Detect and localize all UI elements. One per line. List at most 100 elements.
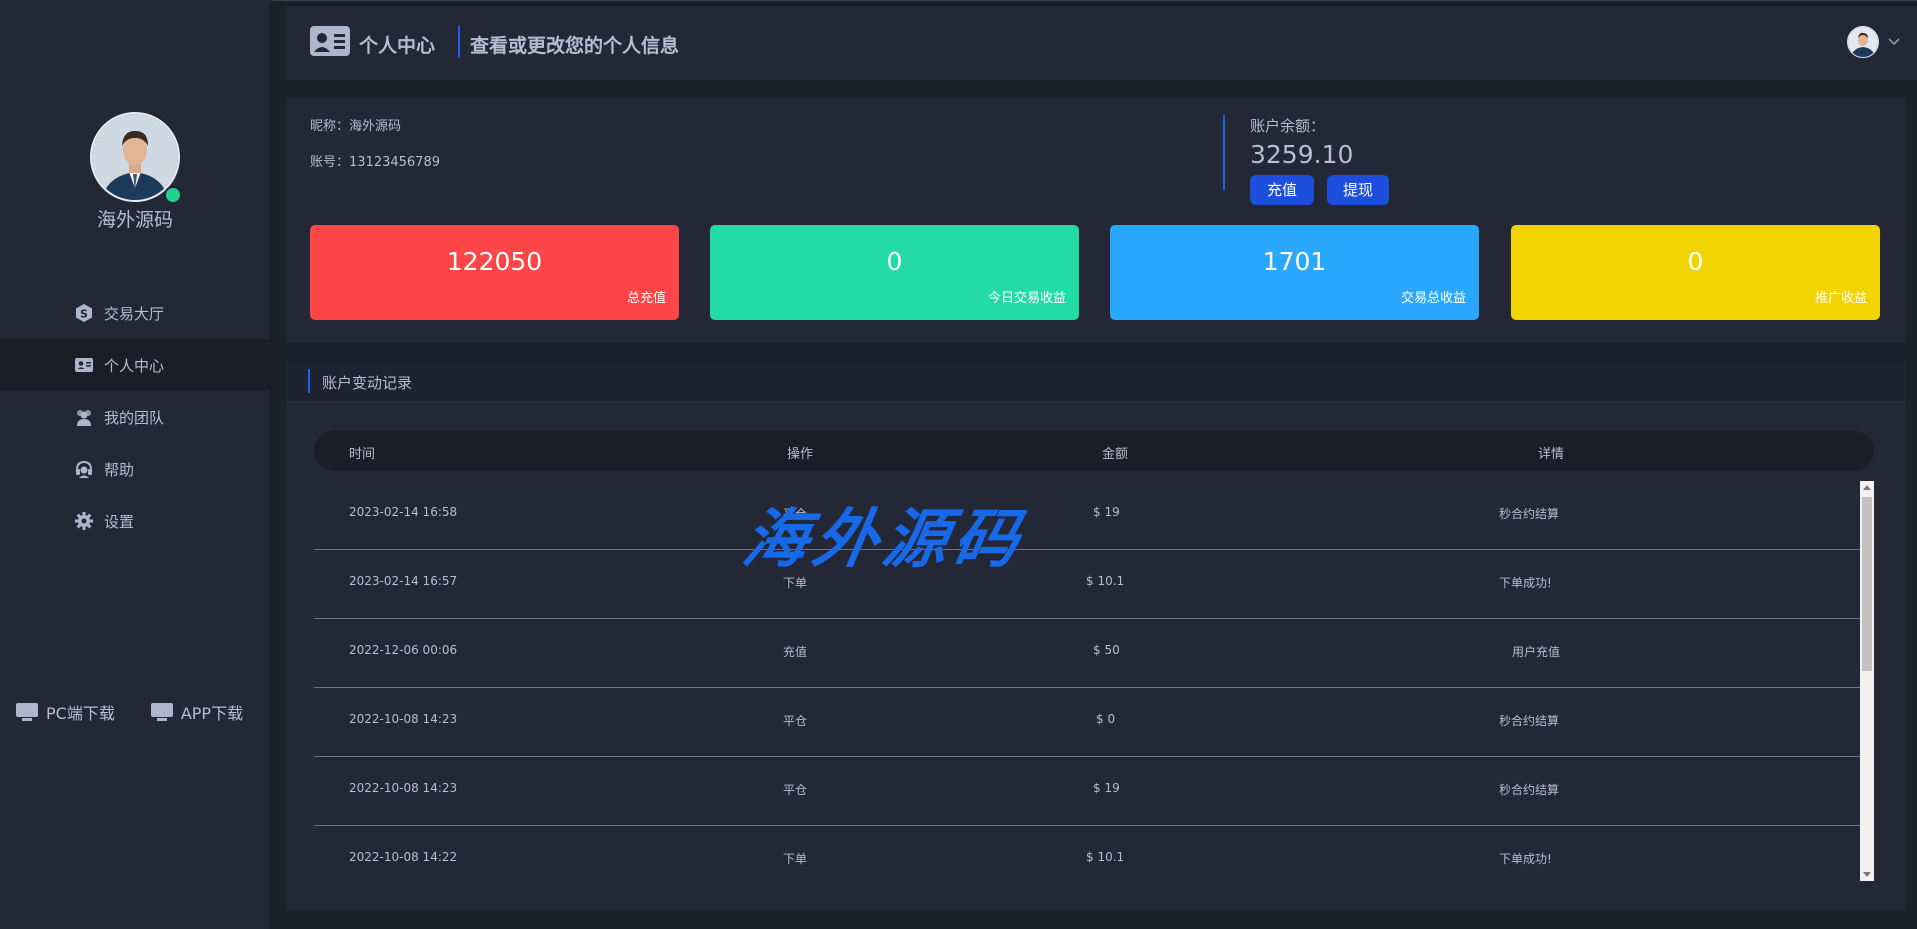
table-row: 2023-02-14 16:58 平仓 $ 19 秒合约结算 (314, 481, 1867, 550)
cell-time: 2022-10-08 14:23 (349, 712, 458, 726)
sidebar-item-label: 个人中心 (104, 356, 165, 375)
table-header: 时间 操作 金额 详情 (314, 431, 1874, 471)
cell-amount: $ 10.1 (1086, 574, 1125, 588)
sidebar-avatar-wrap (90, 112, 182, 204)
cell-operation: 平仓 (783, 783, 808, 797)
balance-value: 3259.10 (1250, 140, 1354, 169)
monitor-icon (150, 702, 173, 722)
cell-detail: 用户充值 (1512, 645, 1561, 659)
person-portrait-icon (92, 114, 178, 200)
records-section-header: 账户变动记录 (286, 361, 1906, 401)
stat-card-today-profit: 0 今日交易收益 (710, 225, 1079, 320)
pc-download-link[interactable]: PC端下载 (16, 700, 115, 724)
monitor-icon (16, 702, 38, 722)
cell-amount: $ 19 (1093, 505, 1120, 519)
cell-time: 2022-10-08 14:22 (349, 850, 458, 864)
sidebar-item-help[interactable]: 帮助 (0, 443, 270, 495)
withdraw-button[interactable]: 提现 (1327, 175, 1389, 205)
team-icon (74, 407, 94, 427)
cell-operation: 下单 (783, 852, 808, 866)
profile-card-icon (310, 26, 350, 56)
table-row: 2022-10-08 14:23 平仓 $ 19 秒合约结算 (314, 757, 1867, 826)
profile-card-icon (74, 355, 94, 375)
cell-time: 2022-10-08 14:23 (349, 781, 458, 795)
cell-amount: $ 10.1 (1086, 850, 1125, 864)
watermark-text: 海外源码 (737, 502, 1031, 577)
cell-amount: $ 19 (1093, 781, 1120, 795)
trading-hall-icon: S (74, 303, 94, 323)
stat-value: 1701 (1262, 247, 1327, 276)
table-scrollbar[interactable] (1860, 481, 1874, 881)
cell-time: 2022-12-06 00:06 (349, 643, 458, 657)
column-header-detail: 详情 (1538, 447, 1565, 462)
sidebar-item-team[interactable]: 我的团队 (0, 391, 270, 443)
scroll-down-arrow-icon[interactable] (1863, 872, 1871, 877)
top-border (0, 0, 1917, 1)
stat-label: 交易总收益 (1400, 291, 1466, 306)
page-subtitle: 查看或更改您的个人信息 (470, 35, 680, 57)
headset-help-icon (74, 459, 94, 479)
stat-card-total-recharge: 122050 总充值 (310, 225, 679, 320)
cell-operation: 平仓 (783, 714, 808, 728)
stat-card-total-trade-profit: 1701 交易总收益 (1110, 225, 1479, 320)
recharge-button[interactable]: 充值 (1250, 175, 1314, 205)
sidebar-item-label: 帮助 (104, 460, 135, 479)
cell-time: 2023-02-14 16:57 (349, 574, 458, 588)
header-avatar[interactable] (1847, 26, 1879, 58)
table-row: 2023-02-14 16:57 下单 $ 10.1 下单成功! (314, 550, 1867, 619)
app-download-link[interactable]: APP下载 (150, 700, 244, 724)
table-body[interactable]: 2023-02-14 16:58 平仓 $ 19 秒合约结算 2023-02-1… (314, 481, 1867, 882)
cell-operation: 充值 (783, 645, 808, 659)
cell-detail: 下单成功! (1499, 852, 1552, 866)
online-status-dot (164, 186, 182, 204)
column-header-operation: 操作 (787, 447, 814, 462)
user-name: 海外源码 (96, 209, 173, 231)
column-header-amount: 金额 (1102, 447, 1129, 462)
page-header: 个人中心 查看或更改您的个人信息 (286, 6, 1917, 80)
gear-icon (74, 511, 94, 531)
download-links: PC端下载 APP下载 (16, 700, 266, 724)
scroll-up-arrow-icon[interactable] (1863, 485, 1871, 490)
cell-time: 2023-02-14 16:58 (349, 505, 458, 519)
table-row: 2022-12-06 00:06 充值 $ 50 用户充值 (314, 619, 1867, 688)
scrollbar-thumb[interactable] (1862, 497, 1872, 671)
cell-amount: $ 50 (1093, 643, 1120, 657)
records-title-bar (308, 369, 310, 393)
table-row: 2022-10-08 14:22 下单 $ 10.1 下单成功! (314, 826, 1867, 882)
stat-card-referral-profit: 0 推广收益 (1511, 225, 1880, 320)
sidebar-item-label: 我的团队 (104, 408, 165, 427)
account-info-panel: 昵称：海外源码 账号：13123456789 账户余额： 3259.10 充值 … (286, 98, 1906, 343)
sidebar-item-trading-hall[interactable]: S 交易大厅 (0, 287, 270, 339)
cell-detail: 下单成功! (1499, 576, 1552, 590)
balance-label: 账户余额： (1250, 117, 1326, 135)
table-row: 2022-10-08 14:23 平仓 $ 0 秒合约结算 (314, 688, 1867, 757)
stat-label: 总充值 (626, 291, 666, 306)
cell-detail: 秒合约结算 (1499, 714, 1560, 728)
header-divider (458, 26, 460, 58)
pc-download-label: PC端下载 (46, 704, 115, 723)
sidebar-item-settings[interactable]: 设置 (0, 495, 270, 547)
stat-value: 0 (886, 247, 903, 276)
sidebar-item-profile[interactable]: 个人中心 (0, 339, 270, 391)
stat-value: 0 (1687, 247, 1704, 276)
chevron-down-icon[interactable] (1885, 32, 1903, 50)
page-title: 个人中心 (359, 35, 436, 57)
cell-detail: 秒合约结算 (1499, 507, 1560, 521)
svg-text:S: S (80, 308, 88, 321)
stat-label: 今日交易收益 (987, 291, 1066, 306)
stat-label: 推广收益 (1814, 291, 1867, 306)
records-panel: 时间 操作 金额 详情 2023-02-14 16:58 平仓 $ 19 秒合约… (286, 401, 1906, 910)
account-text: 账号：13123456789 (310, 155, 440, 170)
records-title: 账户变动记录 (322, 374, 413, 392)
cell-detail: 秒合约结算 (1499, 783, 1560, 797)
sidebar: 海外源码 S 交易大厅 个人中心 我的团队 帮助 设置 PC端下载 APP下载 (0, 0, 271, 929)
balance-divider (1223, 115, 1225, 190)
sidebar-nav: S 交易大厅 个人中心 我的团队 帮助 设置 (0, 287, 270, 547)
stat-value: 122050 (446, 247, 543, 276)
app-download-label: APP下载 (180, 704, 244, 723)
column-header-time: 时间 (349, 447, 376, 462)
sidebar-item-label: 交易大厅 (104, 304, 165, 323)
cell-amount: $ 0 (1096, 712, 1116, 726)
sidebar-item-label: 设置 (104, 512, 135, 531)
nickname-text: 昵称：海外源码 (310, 119, 402, 134)
